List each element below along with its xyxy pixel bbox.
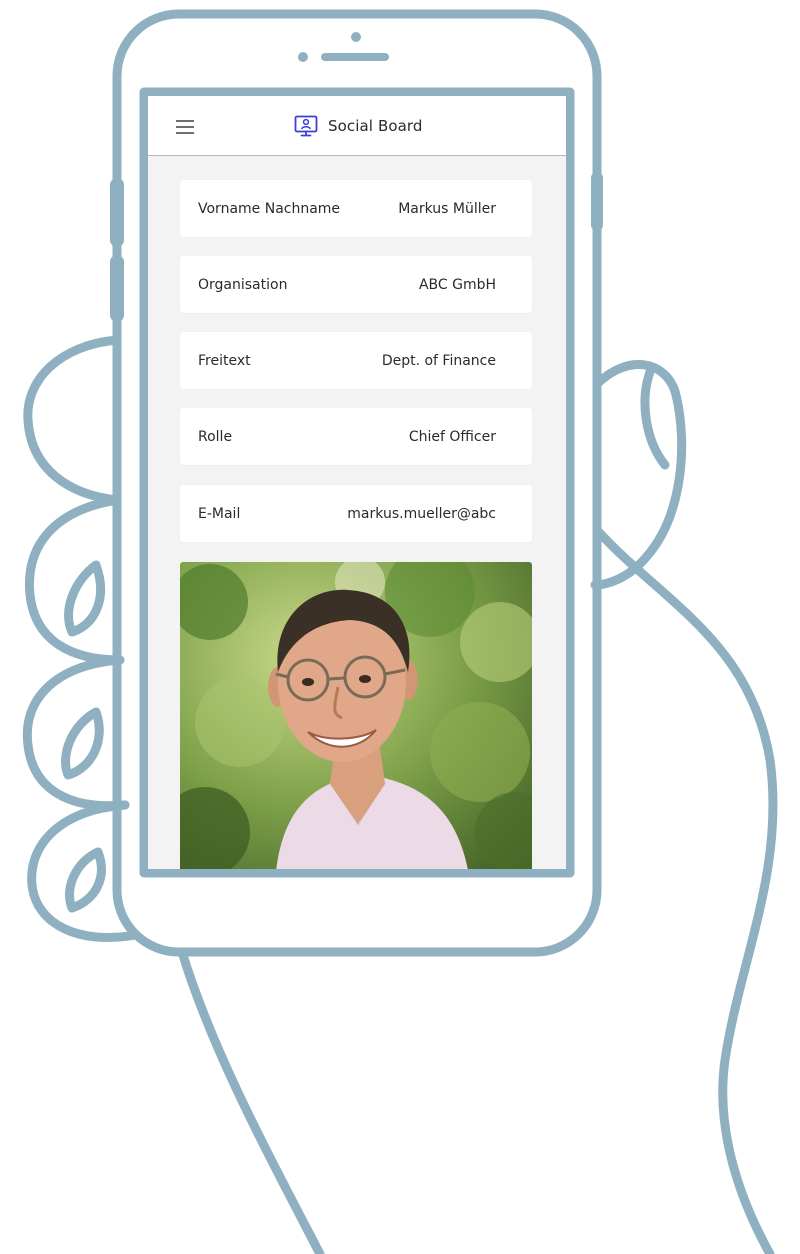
field-label: Vorname Nachname <box>198 200 341 217</box>
field-label: Organisation <box>198 276 288 293</box>
phone-screen: Social Board Vorname Nachname Markus Mül… <box>148 96 566 869</box>
field-value: Markus Müller <box>398 200 496 217</box>
field-email[interactable]: E-Mail markus.mueller@abc <box>180 485 532 542</box>
field-label: E-Mail <box>198 505 241 522</box>
app-title: Social Board <box>328 117 423 135</box>
app-header: Social Board <box>148 96 566 156</box>
field-name[interactable]: Vorname Nachname Markus Müller <box>180 180 532 237</box>
field-label: Rolle <box>198 428 233 445</box>
field-organisation[interactable]: Organisation ABC GmbH <box>180 256 532 313</box>
field-freetext[interactable]: Freitext Dept. of Finance <box>180 332 532 389</box>
profile-photo <box>180 562 532 869</box>
field-value: ABC GmbH <box>418 276 496 293</box>
field-value: markus.mueller@abc <box>347 505 496 522</box>
field-role[interactable]: Rolle Chief Officer <box>180 408 532 465</box>
field-value: Chief Officer <box>408 428 496 445</box>
monitor-user-icon <box>294 115 318 137</box>
field-label: Freitext <box>198 352 251 369</box>
field-value: Dept. of Finance <box>381 352 496 369</box>
app-brand: Social Board <box>294 114 423 138</box>
hamburger-menu-icon[interactable] <box>176 120 196 134</box>
